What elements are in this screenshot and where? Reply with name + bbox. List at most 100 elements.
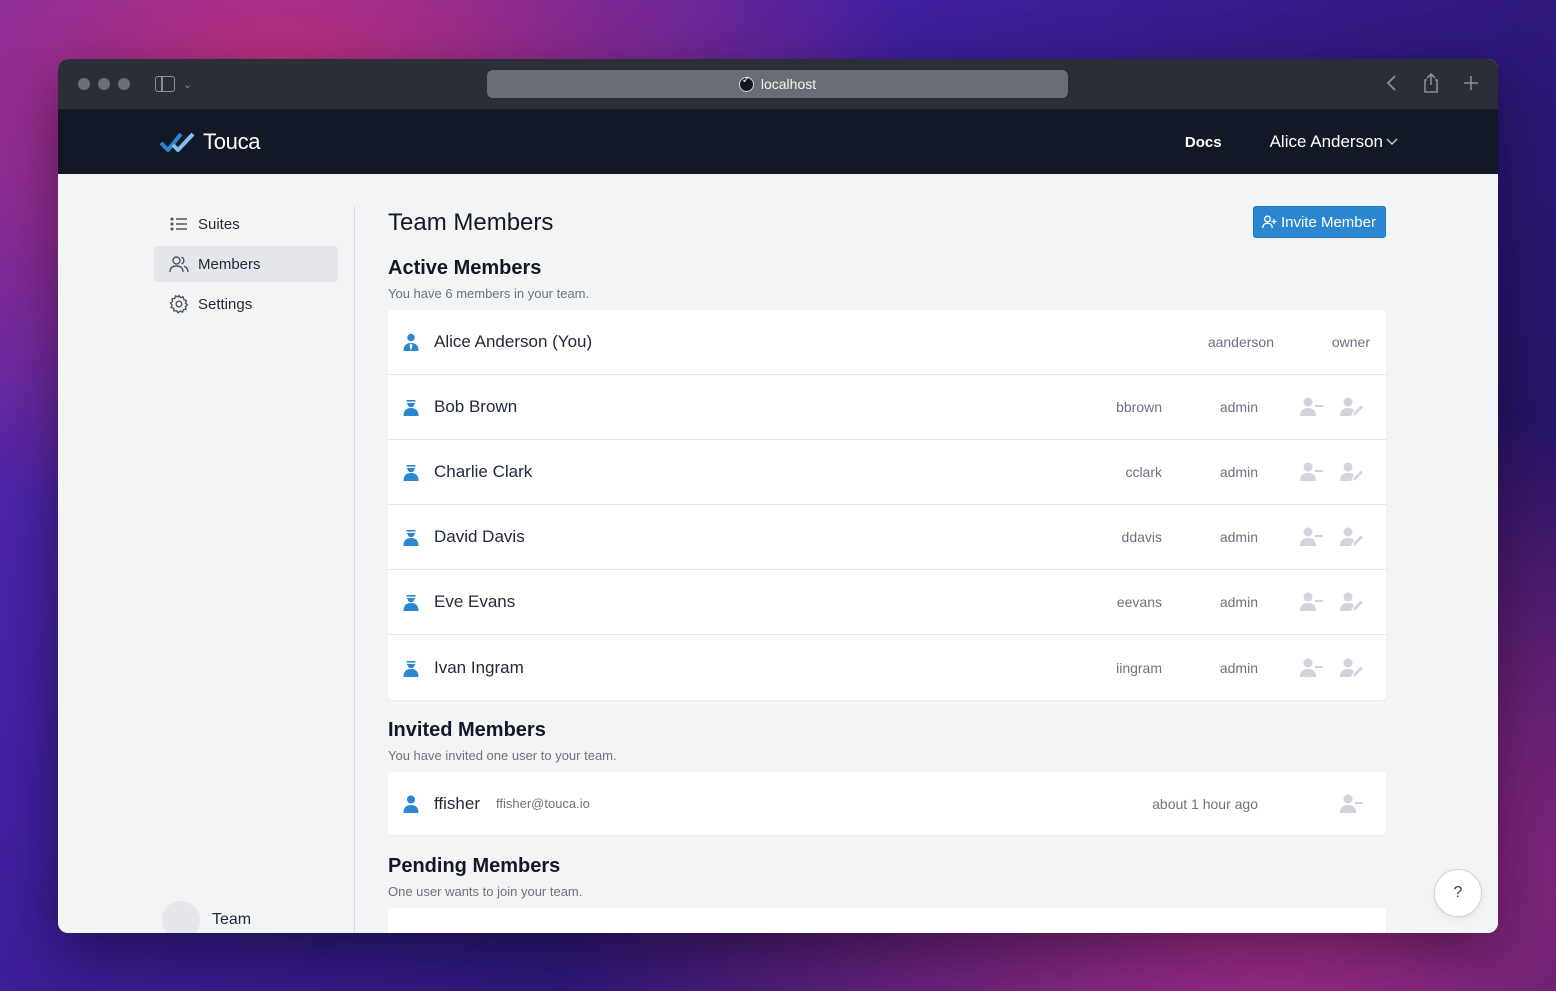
sidebar-item-label: Members (198, 255, 261, 273)
member-row: Eve Evans eevans admin (388, 570, 1386, 635)
invited-members-list: ffisher ffisher@touca.io about 1 hour ag… (388, 772, 1386, 835)
header-nav: Docs Alice Anderson (1185, 110, 1398, 174)
edit-role-icon[interactable] (1340, 526, 1364, 548)
member-row: David Davis ddavis admin (388, 505, 1386, 570)
active-members-title: Active Members (388, 257, 542, 279)
member-name: David Davis (434, 527, 525, 546)
member-name: Charlie Clark (434, 462, 533, 481)
member-username: bbrown (1116, 399, 1162, 415)
team-label: Team (212, 911, 252, 928)
user-shield-icon (403, 465, 419, 481)
user-menu[interactable]: Alice Anderson (1270, 132, 1398, 152)
gear-icon (169, 294, 189, 314)
member-row: Alice Anderson (You) aanderson owner (388, 310, 1386, 375)
team-switcher[interactable]: Team (162, 901, 251, 933)
remove-member-icon[interactable] (1300, 396, 1324, 418)
sidebar-divider (354, 206, 355, 933)
edit-role-icon[interactable] (1340, 591, 1364, 613)
active-members-list: Alice Anderson (You) aanderson owner Bob… (388, 310, 1386, 700)
back-icon[interactable] (1384, 73, 1400, 93)
close-window-button[interactable] (78, 78, 90, 90)
main-panel: Team Members Invite Member Active Member… (388, 206, 1386, 933)
member-row: Ivan Ingram iingram admin (388, 635, 1386, 700)
window-controls (78, 78, 130, 90)
member-role: admin (1219, 399, 1258, 415)
member-row: Charlie Clark cclark admin (388, 440, 1386, 505)
pending-members-list (388, 908, 1386, 933)
favicon-icon (738, 75, 754, 92)
user-shield-icon (403, 400, 419, 416)
invited-members-subtitle: You have invited one user to your team. (388, 748, 617, 763)
remove-member-icon[interactable] (1300, 461, 1324, 483)
member-role: owner (1331, 334, 1370, 350)
touca-logo-icon (159, 132, 195, 152)
users-icon (169, 256, 189, 273)
sidebar-item-label: Settings (198, 295, 253, 313)
invited-member-row: ffisher ffisher@touca.io about 1 hour ag… (388, 772, 1386, 835)
member-username: iingram (1116, 659, 1162, 676)
help-button[interactable]: ? (1434, 869, 1482, 917)
user-shield-icon (403, 530, 419, 546)
member-role: admin (1219, 594, 1258, 610)
member-username: eevans (1116, 594, 1162, 610)
zoom-window-button[interactable] (118, 78, 130, 90)
user-shield-icon (403, 595, 419, 611)
member-role: admin (1219, 464, 1258, 480)
sidebar-item-label: Suites (198, 215, 240, 233)
browser-titlebar: ⌄ localhost (58, 59, 1498, 110)
invited-member-name: ffisher (434, 793, 480, 813)
invited-members-title: Invited Members (388, 719, 546, 741)
logo[interactable]: Touca (159, 129, 261, 155)
pending-members-subtitle: One user wants to join your team. (388, 884, 583, 899)
member-name: Ivan Ingram (434, 657, 524, 677)
member-role: admin (1219, 659, 1258, 676)
user-icon (403, 795, 419, 813)
invited-member-email: ffisher@touca.io (496, 796, 590, 811)
page-title: Team Members (388, 209, 554, 236)
user-plus-icon (1262, 215, 1277, 229)
user-tie-icon (403, 333, 419, 351)
logo-text: Touca (203, 129, 261, 154)
remove-member-icon[interactable] (1300, 591, 1324, 613)
remove-member-icon[interactable] (1300, 526, 1324, 548)
member-username: aanderson (1207, 334, 1274, 350)
page-content: Suites Members Settings Team Team Member… (58, 174, 1498, 933)
edit-role-icon[interactable] (1340, 396, 1364, 418)
member-role: admin (1219, 529, 1258, 545)
invite-member-label: Invite Member (1280, 213, 1376, 231)
sidebar-icon (155, 76, 175, 92)
new-tab-icon[interactable] (1462, 73, 1480, 93)
invite-member-button[interactable]: Invite Member (1252, 206, 1386, 238)
address-bar[interactable]: localhost (487, 70, 1068, 98)
browser-window: ⌄ localhost Touca Docs Alice Anderson (58, 59, 1498, 933)
pending-members-title: Pending Members (388, 855, 561, 877)
team-avatar (162, 901, 200, 933)
share-icon[interactable] (1422, 73, 1440, 93)
remove-invite-icon[interactable] (1340, 793, 1364, 815)
member-name: Eve Evans (434, 592, 516, 611)
member-name: Alice Anderson (You) (434, 332, 593, 351)
sidebar-item-settings[interactable]: Settings (154, 286, 338, 322)
member-username: ddavis (1121, 529, 1162, 545)
member-row: Bob Brown bbrown admin (388, 375, 1386, 440)
docs-link[interactable]: Docs (1185, 134, 1222, 151)
remove-member-icon[interactable] (1300, 657, 1324, 679)
sidebar: Suites Members Settings (154, 206, 338, 326)
chevron-down-icon (1386, 138, 1398, 145)
app-header: Touca Docs Alice Anderson (58, 110, 1498, 174)
edit-role-icon[interactable] (1340, 657, 1364, 679)
browser-toolbar-icons (1384, 73, 1480, 93)
member-name: Bob Brown (434, 397, 518, 416)
user-name: Alice Anderson (1269, 132, 1383, 151)
list-icon (170, 217, 187, 231)
invited-time: about 1 hour ago (1152, 795, 1258, 812)
chevron-down-icon: ⌄ (183, 78, 193, 91)
member-username: cclark (1125, 464, 1162, 480)
active-members-subtitle: You have 6 members in your team. (388, 286, 590, 301)
sidebar-toggle-button[interactable]: ⌄ (155, 76, 192, 92)
minimize-window-button[interactable] (98, 78, 110, 90)
user-shield-icon (403, 660, 419, 677)
sidebar-item-suites[interactable]: Suites (154, 206, 338, 242)
sidebar-item-members[interactable]: Members (154, 246, 338, 282)
edit-role-icon[interactable] (1340, 461, 1364, 483)
